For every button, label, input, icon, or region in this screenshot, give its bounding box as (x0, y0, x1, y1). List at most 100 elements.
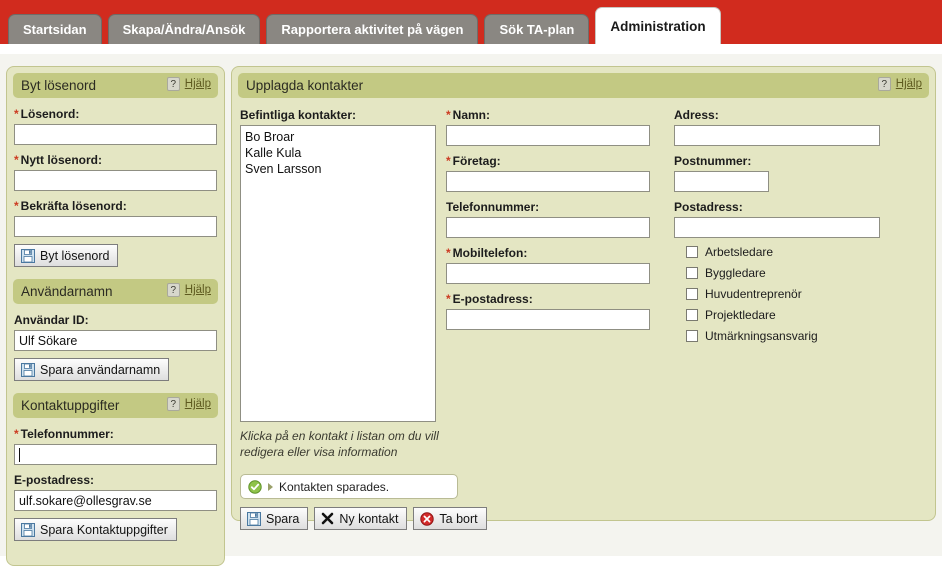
bullet-triangle-icon (268, 482, 273, 491)
role-checkbox-row-utmärkningsansvarig[interactable]: Utmärkningsansvarig (674, 329, 927, 343)
x-mark-icon (321, 512, 334, 525)
contact-postnummer-input[interactable] (674, 171, 769, 192)
lösenord-label: * Lösenord: (14, 107, 217, 121)
contacts-columns: Befintliga kontakter: Bo Broar Kalle Kula… (232, 98, 935, 460)
checkbox-icon[interactable] (686, 330, 698, 342)
role-checkbox-group[interactable]: Arbetsledare Byggledare Huvudentreprenör Pr… (674, 245, 927, 343)
tab-administration[interactable]: Administration (595, 7, 721, 44)
field-label-text: Telefonnummer: (446, 200, 540, 214)
tab-skapa-ändra-ansök[interactable]: Skapa/Ändra/Ansök (107, 14, 261, 44)
checkbox-icon[interactable] (686, 309, 698, 321)
username-panel-title: Användarnamn (21, 284, 113, 299)
role-checkbox-row-huvudentreprenör[interactable]: Huvudentreprenör (674, 287, 927, 301)
field-label-text: Bekräfta lösenord: (20, 199, 127, 213)
role-checkbox-label: Projektledare (705, 308, 776, 322)
checkbox-icon[interactable] (686, 246, 698, 258)
contacts-panel: Upplagda kontakter ? Hjälp Befintliga ko… (231, 66, 936, 530)
role-checkbox-label: Byggledare (705, 266, 766, 280)
byt-lösenord-button[interactable]: Byt lösenord (14, 244, 119, 267)
main-tab-bar[interactable]: Startsidan Skapa/Ändra/Ansök Rapportera ak… (8, 7, 721, 44)
button-label: Spara användarnamn (40, 362, 161, 377)
field-label-text: Användar ID: (14, 313, 89, 327)
anvandar-id-input[interactable]: Ulf Sökare (14, 330, 217, 351)
password-panel-body: * Lösenord: * Nytt lösenord: * Bekräfta lösen… (7, 98, 224, 273)
password-panel-header: Byt lösenord ? Hjälp (13, 73, 218, 98)
kontakt-e-postadress-label: E-postadress: (14, 473, 217, 487)
contact-namn-input[interactable] (446, 125, 650, 146)
contactinfo-panel-title: Kontaktuppgifter (21, 398, 120, 413)
nytt-lösenord-label: * Nytt lösenord: (14, 153, 217, 167)
help-link-username[interactable]: ? Hjälp (166, 283, 211, 297)
existing-contacts-listbox[interactable]: Bo Broar Kalle Kula Sven Larsson (240, 125, 436, 422)
tab-label: Administration (610, 18, 706, 34)
role-checkbox-row-projektledare[interactable]: Projektledare (674, 308, 927, 322)
contactinfo-panel-header: Kontaktuppgifter ? Hjälp (13, 393, 218, 418)
nytt-lösenord-input[interactable] (14, 170, 217, 191)
button-label: Spara Kontaktuppgifter (40, 522, 168, 537)
list-item[interactable]: Sven Larsson (245, 161, 431, 177)
contacts-panel-header: Upplagda kontakter ? Hjälp (238, 73, 929, 98)
checkbox-icon[interactable] (686, 288, 698, 300)
tab-label: Sök TA-plan (499, 22, 575, 37)
question-mark-icon: ? (166, 283, 180, 297)
anvandar-id-label: Användar ID: (14, 313, 217, 327)
help-label[interactable]: Hjälp (185, 78, 211, 90)
spara-kontaktuppgifter-button[interactable]: Spara Kontaktuppgifter (14, 518, 177, 541)
green-check-circle-icon (248, 479, 262, 494)
bekräfta-lösenord-label: * Bekräfta lösenord: (14, 199, 217, 213)
required-asterisk: * (14, 153, 19, 167)
spara-användarnamn-button[interactable]: Spara användarnamn (14, 358, 170, 381)
help-label[interactable]: Hjälp (185, 398, 211, 410)
username-panel-body: Användar ID: Ulf Sökare Spara användarnamn (7, 304, 224, 387)
help-label[interactable]: Hjälp (185, 284, 211, 296)
button-label: Spara (266, 511, 300, 526)
help-link-contacts[interactable]: ? Hjälp (877, 77, 922, 91)
contact-postadress-input[interactable] (674, 217, 880, 238)
required-asterisk: * (446, 292, 451, 306)
save-floppy-icon (21, 522, 35, 537)
contact-företag-input[interactable] (446, 171, 650, 192)
save-floppy-icon (21, 248, 35, 263)
kontakt-e-postadress-input[interactable]: ulf.sokare@ollesgrav.se (14, 490, 217, 511)
address-fields-group: Adress: Postnummer: Postadress: (674, 108, 927, 238)
list-item[interactable]: Kalle Kula (245, 145, 431, 161)
list-item[interactable]: Bo Broar (245, 129, 431, 145)
contact-mobiltelefon-input[interactable] (446, 263, 650, 284)
page-content: Byt lösenord ? Hjälp * Lösenord: * Nytt lös… (0, 54, 942, 566)
contact-adress-input[interactable] (674, 125, 880, 146)
checkbox-icon[interactable] (686, 267, 698, 279)
contacts-list-hint: Klicka på en kontakt i listan om du vill… (240, 429, 439, 459)
role-checkbox-label: Utmärkningsansvarig (705, 329, 818, 343)
contact-namn-label: * Namn: (446, 108, 674, 122)
tab-rapportera-aktivitet-på-vägen[interactable]: Rapportera aktivitet på vägen (266, 14, 479, 44)
help-link-contactinfo[interactable]: ? Hjälp (166, 397, 211, 411)
field-label-text: Lösenord: (20, 107, 80, 121)
contacts-list-label: Befintliga kontakter: (240, 108, 357, 122)
field-label-text: Telefonnummer: (20, 427, 114, 441)
lösenord-input[interactable] (14, 124, 217, 145)
tab-sök-ta-plan[interactable]: Sök TA-plan (484, 14, 590, 44)
spara-button[interactable]: Spara (240, 507, 309, 530)
bekräfta-lösenord-input[interactable] (14, 216, 217, 237)
contact-postnummer-label: Postnummer: (674, 154, 927, 168)
contact-action-buttons[interactable]: Spara Ny kontakt Ta bort (240, 507, 935, 530)
kontakt-telefonnummer-input[interactable] (14, 444, 217, 465)
button-label: Ny kontakt (339, 511, 399, 526)
role-checkbox-row-byggledare[interactable]: Byggledare (674, 266, 927, 280)
tab-label: Skapa/Ändra/Ansök (122, 22, 246, 37)
tab-startsidan[interactable]: Startsidan (8, 14, 102, 44)
header-divider (0, 44, 942, 54)
required-asterisk: * (446, 108, 451, 122)
field-label-text: E-postadress: (452, 292, 533, 306)
help-label[interactable]: Hjälp (896, 78, 922, 90)
contact-telefonnummer-input[interactable] (446, 217, 650, 238)
save-floppy-icon (21, 362, 35, 377)
contact-e-postadress-input[interactable] (446, 309, 650, 330)
ny-kontakt-button[interactable]: Ny kontakt (314, 507, 408, 530)
username-panel-header: Användarnamn ? Hjälp (13, 279, 218, 304)
ta-bort-button[interactable]: Ta bort (413, 507, 487, 530)
help-link-password[interactable]: ? Hjälp (166, 77, 211, 91)
role-checkbox-row-arbetsledare[interactable]: Arbetsledare (674, 245, 927, 259)
required-asterisk: * (14, 199, 19, 213)
